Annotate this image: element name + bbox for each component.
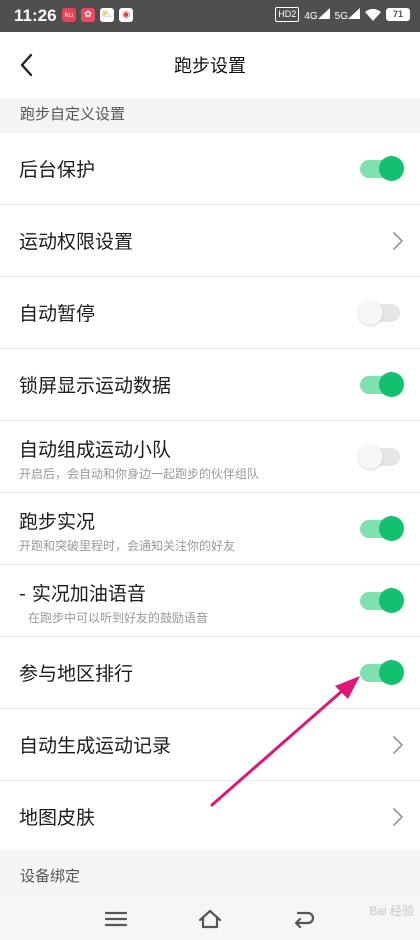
chevron-right-icon xyxy=(393,232,403,250)
setting-label: - 实况加油语音 xyxy=(19,583,146,605)
back-nav-icon[interactable] xyxy=(290,907,316,931)
system-nav-bar: Bai 经验 xyxy=(0,899,420,940)
regional-ranking-toggle[interactable] xyxy=(360,660,404,685)
setting-label: 锁屏显示运动数据 xyxy=(19,375,172,397)
status-indicators: HD2 4G 5G 71 xyxy=(275,7,410,22)
setting-map-skin[interactable]: 地图皮肤 xyxy=(0,781,420,852)
section-device: 设备绑定 xyxy=(0,849,420,899)
lockscreen-data-toggle[interactable] xyxy=(360,372,404,397)
status-bar: 11:26 ku ✿ ⛅ ◉ HD2 4G 5G 71 xyxy=(0,0,420,32)
watermark: Bai 经验 xyxy=(369,904,414,918)
signal-4g-icon: 4G xyxy=(304,7,330,22)
cheer-voice-toggle[interactable] xyxy=(360,588,404,613)
setting-label: 跑步实况 xyxy=(19,511,96,533)
section-title-custom: 跑步自定义设置 xyxy=(20,105,126,123)
setting-label: 自动暂停 xyxy=(19,303,96,325)
setting-lockscreen-data[interactable]: 锁屏显示运动数据 xyxy=(0,349,420,421)
setting-label: 自动生成运动记录 xyxy=(19,735,172,757)
running-live-toggle[interactable] xyxy=(360,516,404,541)
setting-label: 后台保护 xyxy=(19,159,96,181)
settings-list: 后台保护 运动权限设置 自动暂停 锁屏显示运动数据 自动组成运动小队 开启后，会… xyxy=(0,133,420,852)
hd-voice-icon: HD2 xyxy=(275,7,300,22)
setting-label: 自动组成运动小队 xyxy=(19,439,172,461)
background-protection-toggle[interactable] xyxy=(360,156,404,181)
battery-icon: 71 xyxy=(386,8,410,21)
setting-regional-ranking[interactable]: 参与地区排行 xyxy=(0,637,420,709)
auto-team-toggle[interactable] xyxy=(358,444,402,469)
status-app-icons: ku ✿ ⛅ ◉ xyxy=(62,8,133,22)
auto-pause-toggle[interactable] xyxy=(358,300,402,325)
page-title: 跑步设置 xyxy=(174,56,246,77)
home-icon[interactable] xyxy=(197,907,223,931)
setting-sport-permissions[interactable]: 运动权限设置 xyxy=(0,205,420,277)
app-notification-1-icon: ku xyxy=(62,8,76,22)
wifi-icon xyxy=(365,8,381,21)
status-time: 11:26 xyxy=(14,6,57,25)
setting-description: 开跑和突破里程时，会通知关注你的好友 xyxy=(19,539,236,553)
app-notification-4-icon: ◉ xyxy=(119,8,133,22)
setting-label: 参与地区排行 xyxy=(19,663,134,685)
setting-description: 开启后，会自动和你身边一起跑步的伙伴组队 xyxy=(19,467,260,481)
chevron-right-icon xyxy=(393,736,403,754)
setting-background-protection[interactable]: 后台保护 xyxy=(0,133,420,205)
setting-auto-pause[interactable]: 自动暂停 xyxy=(0,277,420,349)
setting-cheer-voice[interactable]: - 实况加油语音 在跑步中可以听到好友的鼓励语音 xyxy=(0,565,420,637)
setting-description: 在跑步中可以听到好友的鼓励语音 xyxy=(28,611,209,625)
app-notification-3-icon: ⛅ xyxy=(100,8,114,22)
setting-running-live[interactable]: 跑步实况 开跑和突破里程时，会通知关注你的好友 xyxy=(0,493,420,565)
nav-header: 跑步设置 xyxy=(0,32,420,98)
app-notification-2-icon: ✿ xyxy=(81,8,95,22)
chevron-right-icon xyxy=(393,808,403,826)
setting-label: 地图皮肤 xyxy=(19,807,96,829)
signal-5g-icon: 5G xyxy=(335,7,360,22)
section-title-device: 设备绑定 xyxy=(20,867,81,885)
setting-label: 运动权限设置 xyxy=(19,231,134,253)
setting-auto-team[interactable]: 自动组成运动小队 开启后，会自动和你身边一起跑步的伙伴组队 xyxy=(0,421,420,493)
menu-icon[interactable] xyxy=(103,907,129,931)
setting-auto-record[interactable]: 自动生成运动记录 xyxy=(0,709,420,781)
